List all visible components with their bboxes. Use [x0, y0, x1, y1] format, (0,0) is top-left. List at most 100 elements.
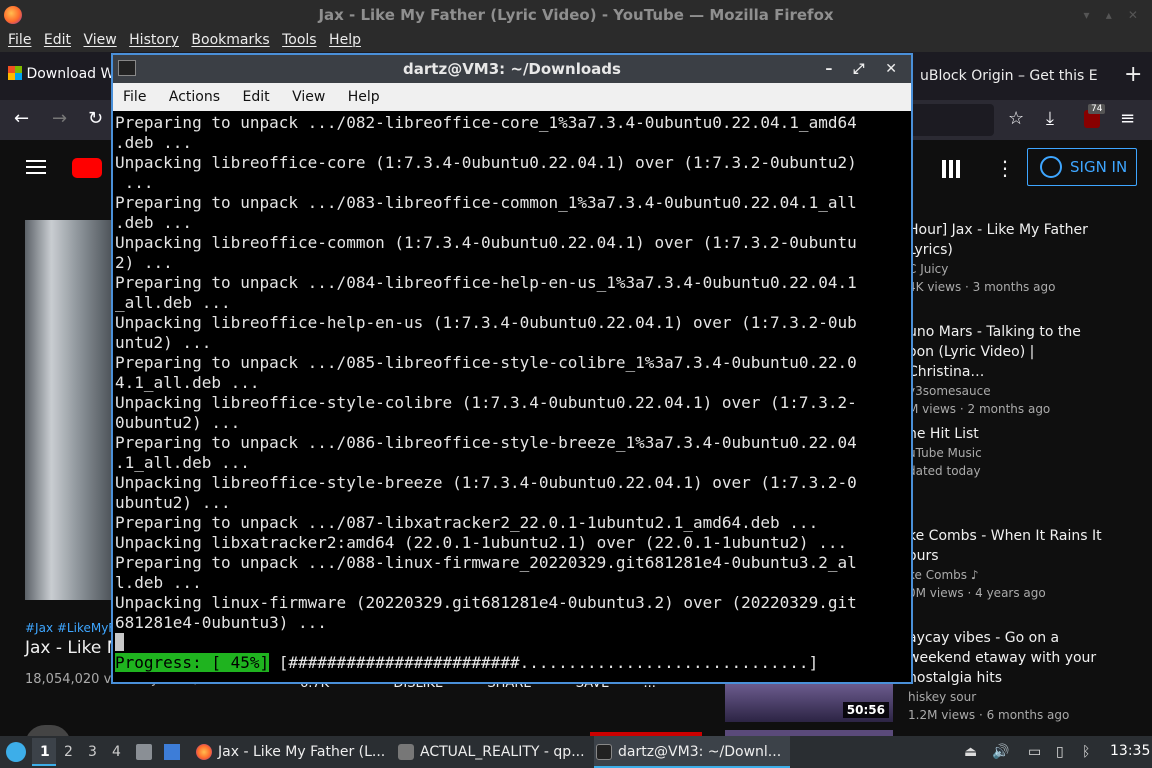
- sidebar-title: Hour] Jax - Like My Father Lyrics): [908, 222, 1088, 258]
- hamburger-menu-icon[interactable]: ≡: [1120, 108, 1135, 129]
- sidebar-channel: uTube Music: [908, 446, 982, 460]
- terminal-menu-actions[interactable]: Actions: [159, 83, 228, 111]
- sidebar-title: he Hit List: [908, 426, 979, 442]
- file-manager-icon[interactable]: [136, 744, 152, 760]
- terminal-line: .deb ...: [115, 213, 193, 232]
- downloads-icon[interactable]: ⤓: [1046, 108, 1054, 129]
- sidebar-video-3[interactable]: he Hit List uTube Music dated today: [908, 424, 1108, 480]
- terminal-line: .1_all.deb ...: [115, 453, 250, 472]
- window-buttons[interactable]: ▾ ▴ ✕: [1084, 0, 1144, 30]
- sidebar-title: aycay vibes - Go on a weekend etaway wit…: [908, 630, 1097, 686]
- sidebar-title: ke Combs - When It Rains It ours: [908, 528, 1102, 564]
- video-duration: 50:56: [842, 702, 889, 718]
- firefox-titlebar: Jax - Like My Father (Lyric Video) - You…: [0, 0, 1152, 30]
- sidebar-video-2[interactable]: uno Mars - Talking to the oon (Lyric Vid…: [908, 322, 1108, 418]
- terminal-line: l.deb ...: [115, 573, 202, 592]
- menu-help[interactable]: Help: [321, 30, 361, 48]
- menu-tools[interactable]: Tools: [274, 30, 317, 48]
- sidebar-channel: ke Combs ♪: [908, 568, 979, 582]
- sidebar-channel: y3somesauce: [908, 384, 991, 398]
- menu-edit[interactable]: Edit: [36, 30, 71, 48]
- video-hashtags[interactable]: #Jax #LikeMyFa: [25, 621, 121, 635]
- forward-icon[interactable]: →: [52, 108, 67, 129]
- sidebar-meta: dated today: [908, 464, 981, 478]
- workspace-4[interactable]: 4: [112, 744, 121, 760]
- microsoft-logo-icon: [8, 66, 22, 80]
- tab-label: Download W: [26, 66, 115, 82]
- terminal-icon: [118, 60, 136, 76]
- progress-bar: [########################...............…: [269, 653, 819, 672]
- terminal-line: Unpacking libreoffice-style-breeze (1:7.…: [115, 473, 857, 492]
- task-terminal[interactable]: dartz@VM3: ~/Downl...: [594, 736, 790, 768]
- clock[interactable]: 13:35: [1110, 743, 1150, 759]
- terminal-title: dartz@VM3: ~/Downloads: [403, 60, 621, 78]
- terminal-titlebar[interactable]: dartz@VM3: ~/Downloads – ⤢ ✕: [113, 55, 911, 83]
- terminal-line: Preparing to unpack .../084-libreoffice-…: [115, 273, 857, 292]
- pdf-viewer-icon: [398, 744, 414, 760]
- volume-icon[interactable]: 🔊: [992, 744, 1009, 760]
- terminal-cursor-line: [115, 633, 911, 653]
- eject-icon[interactable]: ⏏: [964, 744, 977, 760]
- sidebar-meta: 0M views · 4 years ago: [908, 586, 1046, 600]
- progress-line: Progress: [ 45%] [######################…: [115, 653, 911, 673]
- sidebar-meta: 4K views · 3 months ago: [908, 280, 1056, 294]
- terminal-line: Unpacking libreoffice-style-colibre (1:7…: [115, 393, 857, 412]
- terminal-line: Preparing to unpack .../087-libxatracker…: [115, 513, 819, 532]
- youtube-logo-icon[interactable]: [72, 158, 102, 178]
- ublock-count-badge: 74: [1088, 104, 1106, 114]
- text-cursor: [115, 633, 124, 651]
- workspace-3[interactable]: 3: [88, 744, 97, 760]
- sidebar-video-5[interactable]: aycay vibes - Go on a weekend etaway wit…: [908, 628, 1108, 724]
- terminal-menu-help[interactable]: Help: [338, 83, 388, 111]
- video-title: Jax - Like M: [25, 638, 122, 658]
- firefox-menubar: File Edit View History Bookmarks Tools H…: [0, 30, 1152, 52]
- menu-bookmarks[interactable]: Bookmarks: [183, 30, 269, 48]
- terminal-menu-view[interactable]: View: [282, 83, 333, 111]
- bluetooth-icon[interactable]: ᛒ: [1082, 744, 1090, 760]
- terminal-output[interactable]: Preparing to unpack .../082-libreoffice-…: [113, 111, 911, 682]
- tab-ublock[interactable]: uBlock Origin – Get this E: [920, 68, 1098, 84]
- terminal-line: Unpacking libxatracker2:amd64 (22.0.1-1u…: [115, 533, 848, 552]
- workspace-1[interactable]: 1: [40, 744, 50, 760]
- sidebar-video-4[interactable]: ke Combs - When It Rains It ours ke Comb…: [908, 526, 1108, 602]
- terminal-line: 681281e4-0ubuntu3) ...: [115, 613, 327, 632]
- task-qpdfview[interactable]: ACTUAL_REALITY - qp...: [396, 736, 585, 768]
- terminal-window-buttons[interactable]: – ⤢ ✕: [825, 55, 905, 83]
- terminal-menubar: File Actions Edit View Help: [113, 83, 911, 111]
- terminal-line: Unpacking libreoffice-core (1:7.3.4-0ubu…: [115, 153, 857, 172]
- video-player[interactable]: [25, 220, 113, 600]
- workspace-2[interactable]: 2: [64, 744, 73, 760]
- menu-view[interactable]: View: [75, 30, 116, 48]
- terminal-line: Unpacking linux-firmware (20220329.git68…: [115, 593, 857, 612]
- terminal-line: ...: [115, 173, 154, 192]
- desktop-icon[interactable]: [164, 744, 180, 760]
- firefox-icon: [196, 744, 212, 760]
- firefox-logo-icon: [4, 6, 22, 24]
- start-menu-icon[interactable]: [6, 742, 26, 762]
- sidebar-channel: C Juicy: [908, 262, 949, 276]
- task-label: dartz@VM3: ~/Downl...: [618, 744, 782, 760]
- user-icon: [1040, 156, 1062, 178]
- menu-history[interactable]: History: [121, 30, 179, 48]
- sidebar-video-1[interactable]: Hour] Jax - Like My Father Lyrics) C Jui…: [908, 220, 1108, 296]
- sign-in-label: SIGN IN: [1070, 158, 1128, 176]
- bookmark-star-icon[interactable]: ☆: [1008, 108, 1024, 129]
- sign-in-button[interactable]: SIGN IN: [1027, 148, 1137, 186]
- terminal-menu-file[interactable]: File: [113, 83, 154, 111]
- new-tab-icon[interactable]: +: [1124, 62, 1142, 87]
- terminal-window[interactable]: dartz@VM3: ~/Downloads – ⤢ ✕ File Action…: [111, 53, 913, 684]
- task-firefox[interactable]: Jax - Like My Father (L...: [194, 736, 385, 768]
- terminal-line: 0ubuntu2) ...: [115, 413, 241, 432]
- back-icon[interactable]: ←: [14, 108, 29, 129]
- terminal-menu-edit[interactable]: Edit: [232, 83, 277, 111]
- apps-grid-icon[interactable]: [942, 160, 960, 178]
- yt-menu-icon[interactable]: [26, 160, 46, 174]
- task-label: ACTUAL_REALITY - qp...: [420, 744, 585, 760]
- tab-download[interactable]: Download W: [8, 66, 114, 82]
- more-options-icon[interactable]: ⋮: [995, 156, 1015, 180]
- reload-icon[interactable]: ↻: [88, 108, 103, 129]
- clipboard-icon[interactable]: ▯: [1056, 744, 1064, 760]
- url-bar[interactable]: [910, 104, 994, 136]
- menu-file[interactable]: File: [0, 30, 31, 48]
- network-icon[interactable]: ▭: [1028, 744, 1041, 760]
